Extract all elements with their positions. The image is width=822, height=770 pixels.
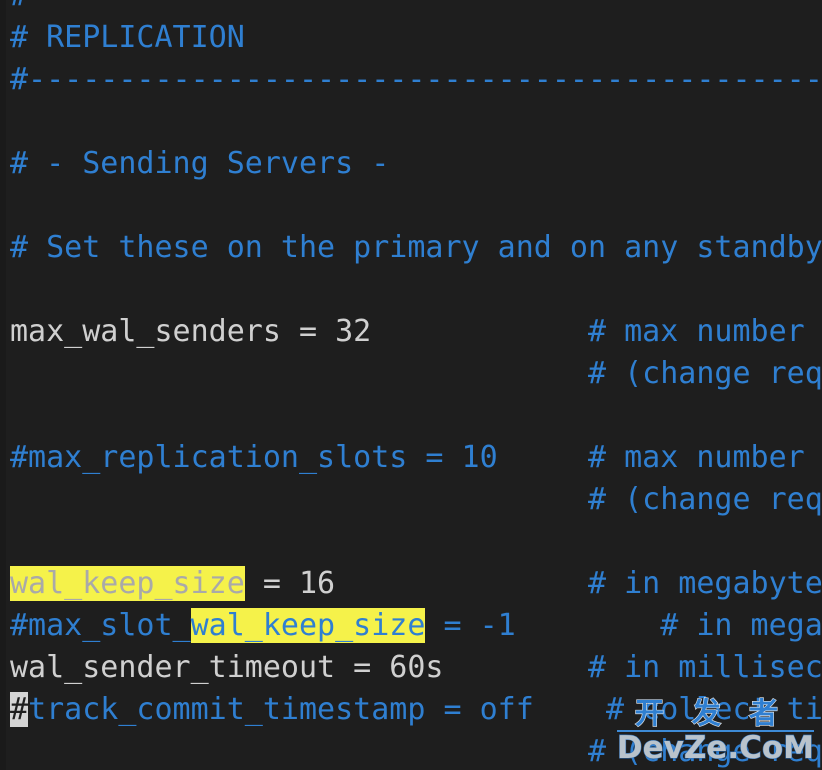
code-token-comment: # in megabytes; 0 disables — [588, 566, 822, 601]
line-9-max-wal-senders-cont[interactable]: # (change requires restart) — [10, 353, 822, 395]
code-token-plain: = 16 — [244, 566, 336, 601]
code-token-blank — [443, 650, 588, 685]
code-token-blank — [371, 314, 588, 349]
line-3-blank[interactable] — [10, 101, 822, 143]
code-token-comment: = -1 — [425, 608, 516, 643]
line-18-track-commit-timestamp-cont[interactable]: # (change requires restart) — [10, 731, 822, 770]
code-token-comment: # max number of replication slots — [587, 440, 805, 475]
line-8-max-wal-senders[interactable]: max_wal_senders = 32 # max number of wal… — [10, 311, 822, 353]
code-editor-surface[interactable]: # # REPLICATION #-------------------------… — [0, 0, 822, 770]
code-token-blank — [498, 440, 588, 475]
code-token-comment: # max number of walsender processes — [587, 314, 805, 349]
code-token-comment: #max_slot_ — [10, 608, 191, 643]
code-token-comment: # (change requires restart) — [587, 356, 822, 391]
line-16-wal-sender-timeout[interactable]: wal_sender_timeout = 60s # in millisecon… — [10, 647, 822, 689]
code-token-cursor[interactable]: # — [10, 692, 29, 727]
code-lines-container[interactable]: # # REPLICATION #-------------------------… — [10, 0, 822, 770]
code-token-match-comment[interactable]: wal_keep_size — [190, 608, 426, 643]
line-1-replication-header[interactable]: # REPLICATION — [10, 17, 822, 59]
line-5-blank[interactable] — [10, 185, 822, 227]
code-token-blank — [10, 734, 588, 769]
code-token-comment: # — [10, 0, 28, 13]
code-token-plain: max_wal_senders = 32 — [10, 314, 372, 349]
line-11-max-replication-slots[interactable]: #max_replication_slots = 10 # max number… — [10, 437, 822, 479]
code-token-plain: wal_sender_timeout = 60s — [10, 650, 444, 685]
line-7-blank[interactable] — [10, 269, 822, 311]
code-token-comment: #---------------------------------------… — [10, 62, 822, 97]
code-token-blank — [534, 692, 606, 727]
code-token-comment: # in megabytes; -1 disables — [660, 608, 822, 643]
code-token-comment: # collect timestamp of transaction commi… — [606, 692, 822, 727]
code-token-comment: # in milliseconds; 0 disables — [587, 650, 822, 685]
code-token-comment: # (change requires restart) — [587, 734, 822, 769]
line-14-wal-keep-size[interactable]: wal_keep_size = 16 # in megabytes; 0 dis… — [10, 563, 822, 605]
code-token-blank — [335, 566, 588, 601]
code-token-comment: # REPLICATION — [10, 20, 245, 55]
line-15-max-slot-wal-keep-size[interactable]: #max_slot_wal_keep_size = -1 # in megaby… — [10, 605, 822, 647]
line-6-set-these-note[interactable]: # Set these on the primary and on any st… — [10, 227, 822, 269]
code-token-comment: # (change requires restart) — [587, 482, 822, 517]
code-token-comment: # Set these on the primary and on any st… — [10, 230, 822, 265]
code-token-blank — [516, 608, 661, 643]
line-12-max-replication-slots-cont[interactable]: # (change requires restart) — [10, 479, 822, 521]
code-token-blank — [10, 482, 588, 517]
code-token-comment: #max_replication_slots = 10 — [10, 440, 498, 475]
line-0-partial-hash[interactable]: # — [10, 0, 822, 17]
line-2-divider[interactable]: #---------------------------------------… — [10, 59, 822, 101]
code-token-blank — [10, 356, 588, 391]
code-token-comment: track_commit_timestamp = off — [28, 692, 534, 727]
code-token-match[interactable]: wal_keep_size — [10, 566, 245, 601]
line-13-blank[interactable] — [10, 521, 822, 563]
code-token-comment: # - Sending Servers - — [10, 146, 390, 181]
line-17-track-commit-timestamp[interactable]: #track_commit_timestamp = off # collect … — [10, 689, 822, 731]
line-10-blank[interactable] — [10, 395, 822, 437]
line-4-sending-servers[interactable]: # - Sending Servers - — [10, 143, 822, 185]
